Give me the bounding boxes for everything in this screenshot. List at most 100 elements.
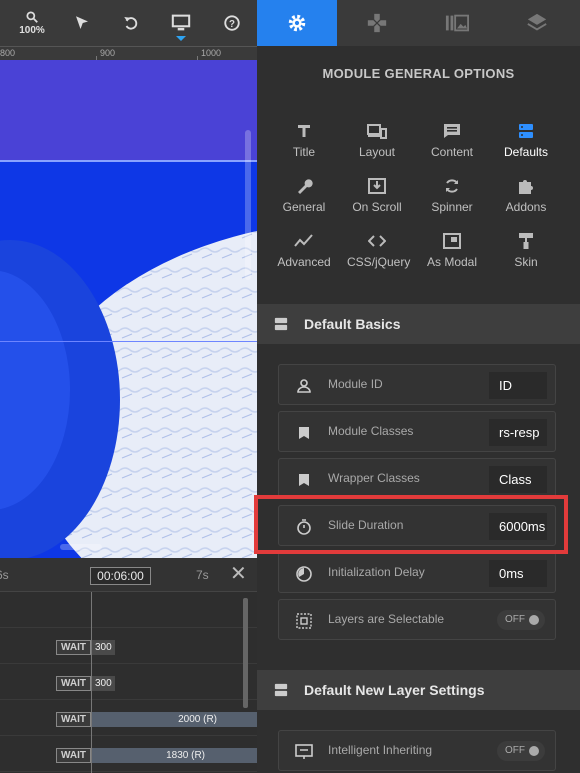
option-initialization-delay: Initialization Delay 0ms bbox=[278, 552, 556, 593]
defaults-icon bbox=[274, 683, 288, 697]
timeline-row[interactable]: WAIT 1830 (R) bbox=[0, 736, 257, 772]
initialization-delay-input[interactable]: 0ms bbox=[489, 560, 547, 587]
pointer-icon bbox=[76, 16, 88, 29]
wait-badge: WAIT bbox=[56, 676, 91, 691]
wrench-icon bbox=[298, 179, 313, 194]
option-label: Module Classes bbox=[328, 424, 414, 438]
close-timeline-icon[interactable]: ✕ bbox=[230, 564, 247, 584]
timeline-playhead[interactable] bbox=[91, 592, 92, 773]
timeline-row[interactable]: WAIT 300 bbox=[0, 628, 257, 664]
title-icon bbox=[298, 125, 310, 137]
wait-value[interactable]: 300 bbox=[92, 676, 115, 691]
category-css-jquery[interactable]: CSS/jQuery bbox=[347, 230, 410, 280]
module-id-input[interactable]: ID bbox=[489, 372, 547, 399]
timer-icon bbox=[296, 566, 312, 582]
advanced-icon bbox=[294, 234, 313, 247]
category-spinner[interactable]: Spinner bbox=[422, 175, 482, 225]
desktop-icon bbox=[171, 14, 191, 31]
category-on-scroll[interactable]: On Scroll bbox=[347, 175, 407, 225]
category-layout[interactable]: Layout bbox=[347, 120, 407, 170]
select-tool-button[interactable] bbox=[67, 8, 97, 38]
ruler-mark: 1000 bbox=[201, 48, 222, 58]
zoom-button[interactable]: 100% bbox=[17, 8, 47, 38]
wait-badge: WAIT bbox=[56, 712, 91, 727]
timeline-label-left: 6s bbox=[0, 568, 9, 582]
timeline-row[interactable]: WAIT 300 bbox=[0, 664, 257, 700]
timeline-current-time[interactable]: 00:06:00 bbox=[90, 567, 151, 585]
canvas-horizontal-scrollbar[interactable] bbox=[60, 544, 102, 550]
spinner-icon bbox=[446, 179, 458, 193]
option-label: Layers are Selectable bbox=[328, 612, 445, 626]
category-title[interactable]: Title bbox=[274, 120, 334, 170]
option-label: Intelligent Inheriting bbox=[328, 743, 433, 757]
category-content[interactable]: Content bbox=[422, 120, 482, 170]
timeline: 6s 00:06:00 7s ✕ WAIT 300 WAIT 300 WAIT … bbox=[0, 558, 257, 773]
scroll-icon bbox=[368, 178, 386, 194]
category-defaults[interactable]: Defaults bbox=[496, 120, 556, 170]
bookmark-icon bbox=[299, 474, 309, 486]
category-addons[interactable]: Addons bbox=[496, 175, 556, 225]
slide-canvas[interactable] bbox=[0, 60, 257, 558]
section-title: Default New Layer Settings bbox=[304, 682, 485, 698]
defaults-icon bbox=[519, 124, 533, 138]
timeline-header: 6s 00:06:00 7s ✕ bbox=[0, 558, 257, 592]
bookmark-icon bbox=[299, 427, 309, 439]
code-icon bbox=[368, 235, 386, 247]
guide-line bbox=[0, 341, 257, 342]
wait-value[interactable]: 300 bbox=[92, 640, 115, 655]
slides-icon bbox=[445, 14, 469, 32]
defaults-icon bbox=[274, 317, 288, 331]
layer-duration-bar[interactable]: 2000 (R) bbox=[92, 712, 257, 727]
option-label: Wrapper Classes bbox=[328, 471, 420, 485]
undo-button[interactable] bbox=[116, 8, 146, 38]
section-default-basics[interactable]: Default Basics bbox=[257, 304, 580, 344]
gamepad-icon bbox=[367, 13, 387, 33]
option-intelligent-inheriting: Intelligent Inheriting OFF bbox=[278, 730, 556, 771]
canvas-vertical-scrollbar[interactable] bbox=[245, 130, 251, 280]
modal-icon bbox=[443, 233, 461, 249]
timeline-scrollbar[interactable] bbox=[243, 598, 248, 708]
help-button[interactable]: ? bbox=[217, 8, 247, 38]
active-device-indicator bbox=[176, 36, 186, 41]
device-desktop-button[interactable] bbox=[166, 8, 196, 38]
layers-selectable-toggle[interactable]: OFF bbox=[497, 610, 545, 630]
intelligent-inheriting-toggle[interactable]: OFF bbox=[497, 741, 545, 761]
panel-tabs bbox=[257, 0, 580, 46]
content-icon bbox=[444, 124, 460, 138]
module-classes-input[interactable]: rs-resp bbox=[489, 419, 547, 446]
user-icon bbox=[297, 379, 311, 393]
option-layers-selectable: Layers are Selectable OFF bbox=[278, 599, 556, 640]
option-module-id: Module ID ID bbox=[278, 364, 556, 405]
option-module-classes: Module Classes rs-resp bbox=[278, 411, 556, 452]
section-default-new-layer-settings[interactable]: Default New Layer Settings bbox=[257, 670, 580, 710]
toggle-knob bbox=[529, 746, 539, 756]
option-wrapper-classes: Wrapper Classes Class bbox=[278, 458, 556, 499]
puzzle-icon bbox=[519, 180, 533, 194]
category-general[interactable]: General bbox=[274, 175, 334, 225]
editor-area: 100% ? 800 900 1000 s 00:06:00 7s ✕ WAIT… bbox=[0, 0, 257, 773]
wrapper-classes-input[interactable]: Class bbox=[489, 466, 547, 493]
category-as-modal[interactable]: As Modal bbox=[422, 230, 482, 280]
toggle-knob bbox=[529, 615, 539, 625]
layer-duration-bar[interactable]: 1830 (R) bbox=[92, 748, 257, 763]
wait-badge: WAIT bbox=[56, 640, 91, 655]
app-root: 100% ? 800 900 1000 s 00:06:00 7s ✕ WAIT… bbox=[0, 0, 580, 773]
tab-slides[interactable] bbox=[417, 0, 497, 46]
tab-navigation[interactable] bbox=[337, 0, 417, 46]
timeline-row[interactable]: WAIT 2000 (R) bbox=[0, 700, 257, 736]
layout-icon bbox=[367, 124, 387, 139]
tab-layers[interactable] bbox=[497, 0, 577, 46]
option-label: Initialization Delay bbox=[328, 565, 425, 579]
tab-module-settings[interactable] bbox=[257, 0, 337, 46]
brush-icon bbox=[519, 233, 533, 249]
category-advanced[interactable]: Advanced bbox=[274, 230, 334, 280]
ruler-mark: 800 bbox=[0, 48, 16, 58]
zoom-icon bbox=[26, 11, 38, 23]
layers-icon bbox=[527, 13, 547, 31]
ruler: 800 900 1000 bbox=[0, 46, 257, 60]
inherit-icon bbox=[295, 744, 313, 759]
category-skin[interactable]: Skin bbox=[496, 230, 556, 280]
undo-icon bbox=[124, 17, 138, 30]
help-icon: ? bbox=[224, 15, 240, 31]
section-title: Default Basics bbox=[304, 316, 401, 332]
